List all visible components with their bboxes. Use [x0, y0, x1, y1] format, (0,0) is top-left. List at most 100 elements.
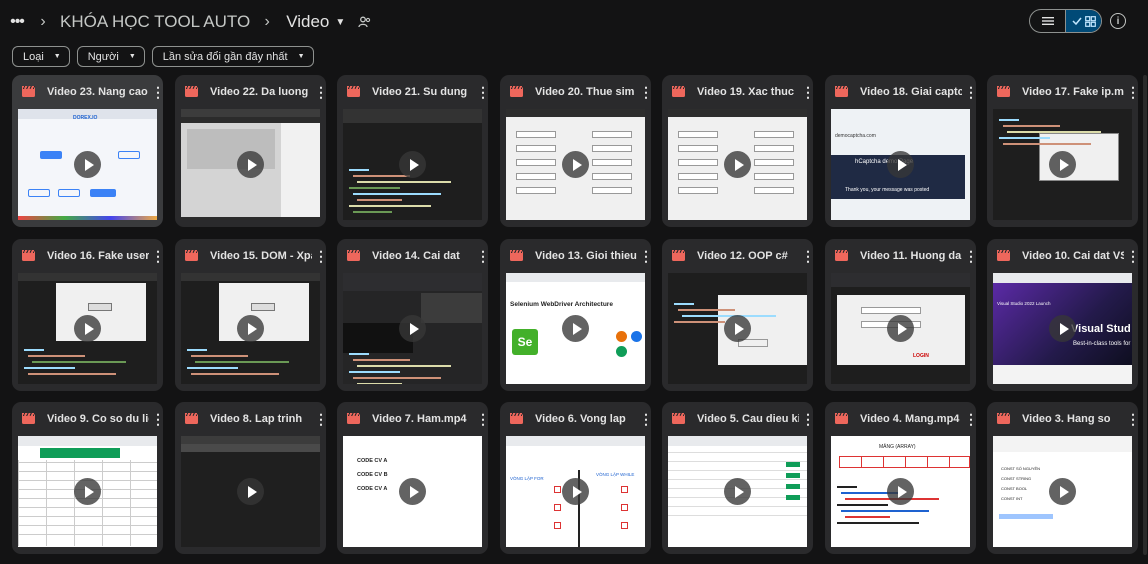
play-icon[interactable]	[724, 315, 751, 342]
play-icon[interactable]	[74, 478, 101, 505]
more-breadcrumb-button[interactable]: •••	[8, 13, 26, 31]
video-thumbnail[interactable]: Visual Studio 2022 Launch Visual Stud Best…	[993, 273, 1132, 384]
play-icon[interactable]	[74, 151, 101, 178]
file-card[interactable]: Video 22. Da luong ⋮	[175, 75, 326, 227]
grid-view-button[interactable]	[1065, 10, 1101, 32]
play-icon[interactable]	[724, 151, 751, 178]
play-icon[interactable]	[237, 151, 264, 178]
video-thumbnail[interactable]	[668, 109, 807, 220]
file-card[interactable]: Video 8. Lap trinh ⋮	[175, 402, 326, 554]
more-actions-icon[interactable]: ⋮	[639, 85, 651, 99]
more-actions-icon[interactable]: ⋮	[639, 249, 651, 263]
video-thumbnail[interactable]	[18, 273, 157, 384]
more-actions-icon[interactable]: ⋮	[1126, 85, 1138, 99]
more-actions-icon[interactable]: ⋮	[314, 412, 326, 426]
file-card[interactable]: Video 6. Vong lap ⋮ VÒNG LẶP FOR VÒNG LẶP W…	[500, 402, 651, 554]
file-card-header: Video 10. Cai dat VS ⋮	[987, 239, 1138, 272]
video-thumbnail[interactable]: CONST SỐ NGUYÊN CONST STRING CONST BOOL CON…	[993, 436, 1132, 547]
thumb-detail	[343, 109, 482, 123]
more-actions-icon[interactable]: ⋮	[964, 85, 976, 99]
thumb-detail	[1007, 131, 1101, 133]
filter-modified[interactable]: Lần sửa đổi gần đây nhất ▼	[151, 46, 314, 67]
file-card[interactable]: Video 11. Huong dan ⋮ LOGIN	[825, 239, 976, 391]
more-actions-icon[interactable]: ⋮	[1126, 249, 1138, 263]
play-icon[interactable]	[562, 151, 589, 178]
play-icon[interactable]	[74, 315, 101, 342]
file-card[interactable]: Video 12. OOP c# ⋮	[662, 239, 813, 391]
play-icon[interactable]	[237, 478, 264, 505]
thumb-detail	[349, 353, 369, 355]
video-thumbnail[interactable]: DOREX.IO	[18, 109, 157, 220]
breadcrumb-current-folder[interactable]: Video ▼	[286, 12, 345, 32]
video-thumbnail[interactable]: CODE CV A CODE CV B CODE CV A	[343, 436, 482, 547]
video-thumbnail[interactable]	[181, 273, 320, 384]
file-card[interactable]: Video 15. DOM - Xpath⋮	[175, 239, 326, 391]
list-view-button[interactable]	[1030, 10, 1065, 32]
video-thumbnail[interactable]	[993, 109, 1132, 220]
more-actions-icon[interactable]: ⋮	[964, 249, 976, 263]
more-actions-icon[interactable]: ⋮	[1126, 412, 1138, 426]
file-card[interactable]: Video 9. Co so du lieu⋮	[12, 402, 163, 554]
more-actions-icon[interactable]: ⋮	[151, 412, 163, 426]
video-thumbnail[interactable]	[343, 273, 482, 384]
file-card[interactable]: Video 17. Fake ip.mp4⋮	[987, 75, 1138, 227]
file-card[interactable]: Video 3. Hang so ⋮ CONST SỐ NGUYÊN CONST ST…	[987, 402, 1138, 554]
file-card[interactable]: Video 20. Thue sim ⋮	[500, 75, 651, 227]
play-icon[interactable]	[1049, 151, 1076, 178]
file-card[interactable]: Video 10. Cai dat VS ⋮ Visual Studio 2022 …	[987, 239, 1138, 391]
video-thumbnail[interactable]	[181, 109, 320, 220]
play-icon[interactable]	[887, 478, 914, 505]
play-icon[interactable]	[1049, 315, 1076, 342]
more-actions-icon[interactable]: ⋮	[964, 412, 976, 426]
file-card[interactable]: Video 19. Xac thuc ⋮	[662, 75, 813, 227]
video-thumbnail[interactable]: VÒNG LẶP FOR VÒNG LẶP WHILE	[506, 436, 645, 547]
more-actions-icon[interactable]: ⋮	[801, 85, 813, 99]
filter-people[interactable]: Người ▼	[76, 46, 145, 67]
thumb-detail	[181, 109, 320, 117]
file-card[interactable]: Video 7. Ham.mp4 ⋮ CODE CV A CODE CV B CODE …	[337, 402, 488, 554]
video-thumbnail[interactable]: Selenium WebDriver Architecture Se	[506, 273, 645, 384]
file-card[interactable]: Video 13. Gioi thieu ⋮ Selenium WebDriver …	[500, 239, 651, 391]
video-thumbnail[interactable]	[668, 273, 807, 384]
more-actions-icon[interactable]: ⋮	[476, 85, 488, 99]
video-thumbnail[interactable]	[18, 436, 157, 547]
play-icon[interactable]	[399, 151, 426, 178]
play-icon[interactable]	[887, 315, 914, 342]
more-actions-icon[interactable]: ⋮	[801, 412, 813, 426]
file-card[interactable]: Video 23. Nang cao ⋮ DOREX.IO	[12, 75, 163, 227]
video-thumbnail[interactable]: LOGIN	[831, 273, 970, 384]
file-card[interactable]: Video 18. Giai captcha⋮democaptcha.comhC…	[825, 75, 976, 227]
video-thumbnail[interactable]	[181, 436, 320, 547]
video-thumbnail[interactable]	[343, 109, 482, 220]
play-icon[interactable]	[237, 315, 264, 342]
more-actions-icon[interactable]: ⋮	[639, 412, 651, 426]
filter-type[interactable]: Loại ▼	[12, 46, 70, 67]
more-actions-icon[interactable]: ⋮	[476, 412, 488, 426]
file-card[interactable]: Video 14. Cai dat ⋮	[337, 239, 488, 391]
file-card[interactable]: Video 21. Su dung ⋮	[337, 75, 488, 227]
video-thumbnail[interactable]	[506, 109, 645, 220]
video-thumbnail[interactable]: MẢNG (ARRAY)	[831, 436, 970, 547]
play-icon[interactable]	[562, 315, 589, 342]
play-icon[interactable]	[1049, 478, 1076, 505]
more-actions-icon[interactable]: ⋮	[151, 249, 163, 263]
more-actions-icon[interactable]: ⋮	[314, 249, 326, 263]
more-actions-icon[interactable]: ⋮	[476, 249, 488, 263]
file-card[interactable]: Video 4. Mang.mp4 ⋮ MẢNG (ARRAY)	[825, 402, 976, 554]
video-thumbnail[interactable]: democaptcha.com hCaptcha demo Page Thank y…	[831, 109, 970, 220]
shared-folder-icon[interactable]	[357, 15, 371, 29]
info-icon[interactable]: i	[1110, 13, 1126, 29]
more-actions-icon[interactable]: ⋮	[314, 85, 326, 99]
breadcrumb-parent[interactable]: KHÓA HỌC TOOL AUTO	[60, 12, 250, 32]
video-thumbnail[interactable]	[668, 436, 807, 547]
file-card[interactable]: Video 16. Fake useragent⋮	[12, 239, 163, 391]
file-card[interactable]: Video 5. Cau dieu kien⋮	[662, 402, 813, 554]
play-icon[interactable]	[399, 478, 426, 505]
more-actions-icon[interactable]: ⋮	[801, 249, 813, 263]
play-icon[interactable]	[399, 315, 426, 342]
play-icon[interactable]	[887, 151, 914, 178]
play-icon[interactable]	[724, 478, 751, 505]
more-actions-icon[interactable]: ⋮	[151, 85, 163, 99]
scrollbar[interactable]	[1143, 75, 1147, 555]
play-icon[interactable]	[562, 478, 589, 505]
